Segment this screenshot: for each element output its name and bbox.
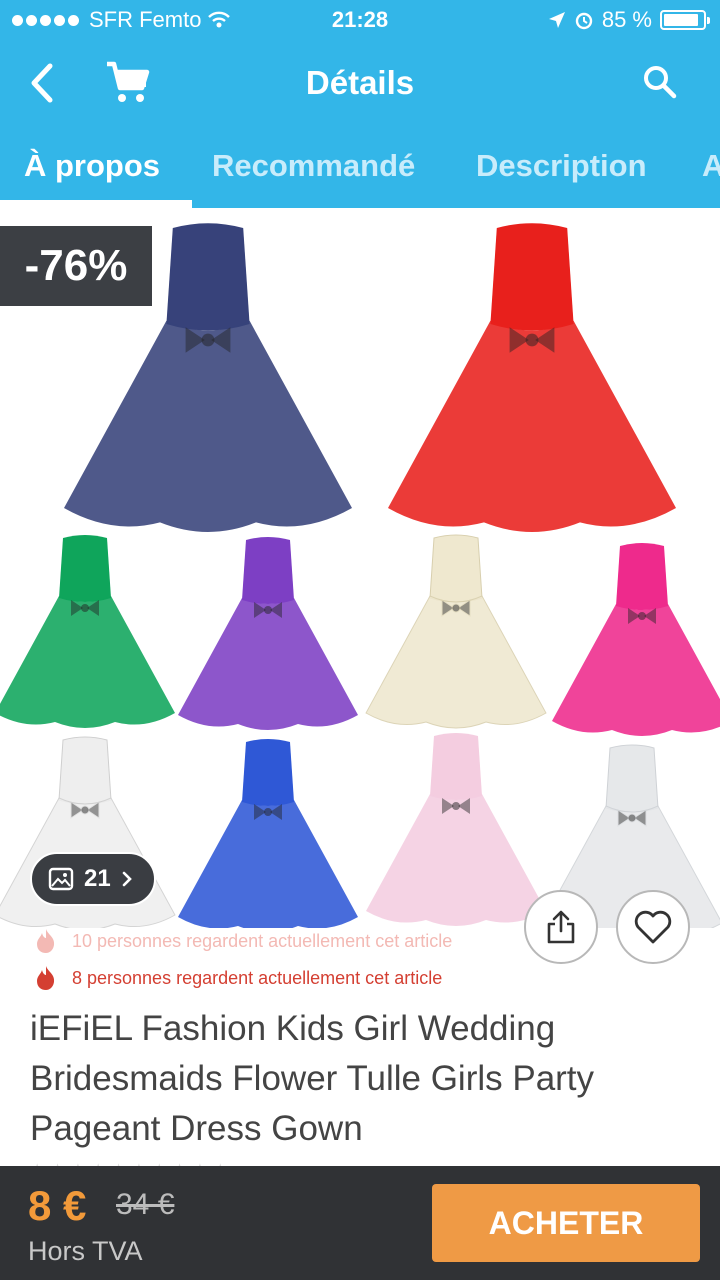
watchers-notice: 8 personnes regardent actuellement cet a… [34,966,442,990]
discount-badge: -76% [0,226,152,306]
tab-recommande[interactable]: Recommandé [212,148,415,184]
dress-collage [0,223,720,928]
product-image[interactable] [0,208,720,928]
tab-description[interactable]: Description [476,148,647,184]
watchers-text: 8 personnes regardent actuellement cet a… [72,967,443,988]
search-icon[interactable] [640,62,680,102]
watchers-notice-faded: 10 personnes regardent actuellement cet … [34,928,452,954]
tab-more[interactable]: A [702,148,720,184]
share-icon [547,910,575,944]
battery-icon [660,10,710,30]
nav-bar: Détails [0,40,720,126]
tab-a-propos[interactable]: À propos [24,148,160,184]
share-button[interactable] [524,890,598,964]
section-tabs: À propos Recommandé Description A [0,126,720,208]
image-icon [48,867,74,891]
flame-icon [37,966,55,990]
status-bar: SFR Femto 21:28 85 % [0,0,720,40]
battery-percent: 85 % [601,7,652,32]
page-title: Détails [305,64,415,101]
original-price: 34 € [116,1188,175,1221]
wishlist-button[interactable] [616,890,690,964]
gallery-count: 21 [84,865,111,892]
product-title: iEFiEL Fashion Kids Girl Wedding Bridesm… [30,1009,595,1148]
current-price: 8 € [28,1182,87,1229]
purchase-bar: 8 € 34 € Hors TVA ACHETER [0,1166,720,1280]
tax-label: Hors TVA [28,1236,143,1266]
heart-icon [634,910,672,944]
gallery-count-button[interactable]: 21 [30,852,156,906]
chevron-right-icon [122,871,132,887]
dress-red [388,223,676,532]
location-arrow-icon [548,12,565,28]
alarm-icon [575,12,593,30]
watchers-text: 10 personnes regardent actuellement cet … [72,930,453,951]
status-bar-right: 85 % [548,7,710,33]
buy-button[interactable]: ACHETER [432,1184,700,1262]
active-tab-indicator [0,200,192,208]
flame-icon [37,929,55,953]
